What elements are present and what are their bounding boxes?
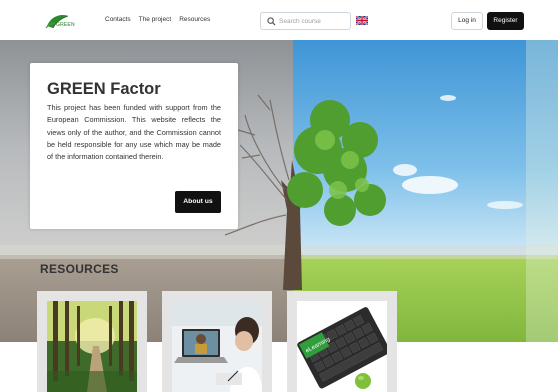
search-icon[interactable] <box>267 17 276 26</box>
forest-path-image[interactable] <box>47 301 137 392</box>
nav-contacts[interactable]: Contacts <box>105 16 131 23</box>
resource-card-3[interactable]: eLearning <box>287 291 397 392</box>
about-us-button[interactable]: About us <box>175 191 221 213</box>
hero-description: This project has been funded with suppor… <box>47 103 221 162</box>
search-box <box>260 12 351 30</box>
register-button[interactable]: Register <box>487 12 524 30</box>
resources-heading: RESOURCES <box>40 262 119 276</box>
main-nav: Contacts The project Resources <box>105 16 210 23</box>
hero-card: GREEN Factor This project has been funde… <box>30 63 238 229</box>
nav-resources[interactable]: Resources <box>179 16 210 23</box>
search-input[interactable] <box>279 15 349 27</box>
hero-title: GREEN Factor <box>47 80 161 98</box>
uk-flag-icon[interactable] <box>356 16 368 25</box>
nav-the-project[interactable]: The project <box>139 16 172 23</box>
elearning-keyboard-image[interactable]: eLearning <box>297 301 387 392</box>
login-button[interactable]: Log in <box>451 12 483 30</box>
site-header: GREEN Contacts The project Resources Log… <box>0 0 558 40</box>
logo-text: GREEN <box>56 22 75 28</box>
resource-card-1[interactable] <box>37 291 147 392</box>
resource-card-2[interactable] <box>162 291 272 392</box>
online-learning-image[interactable] <box>172 301 262 392</box>
